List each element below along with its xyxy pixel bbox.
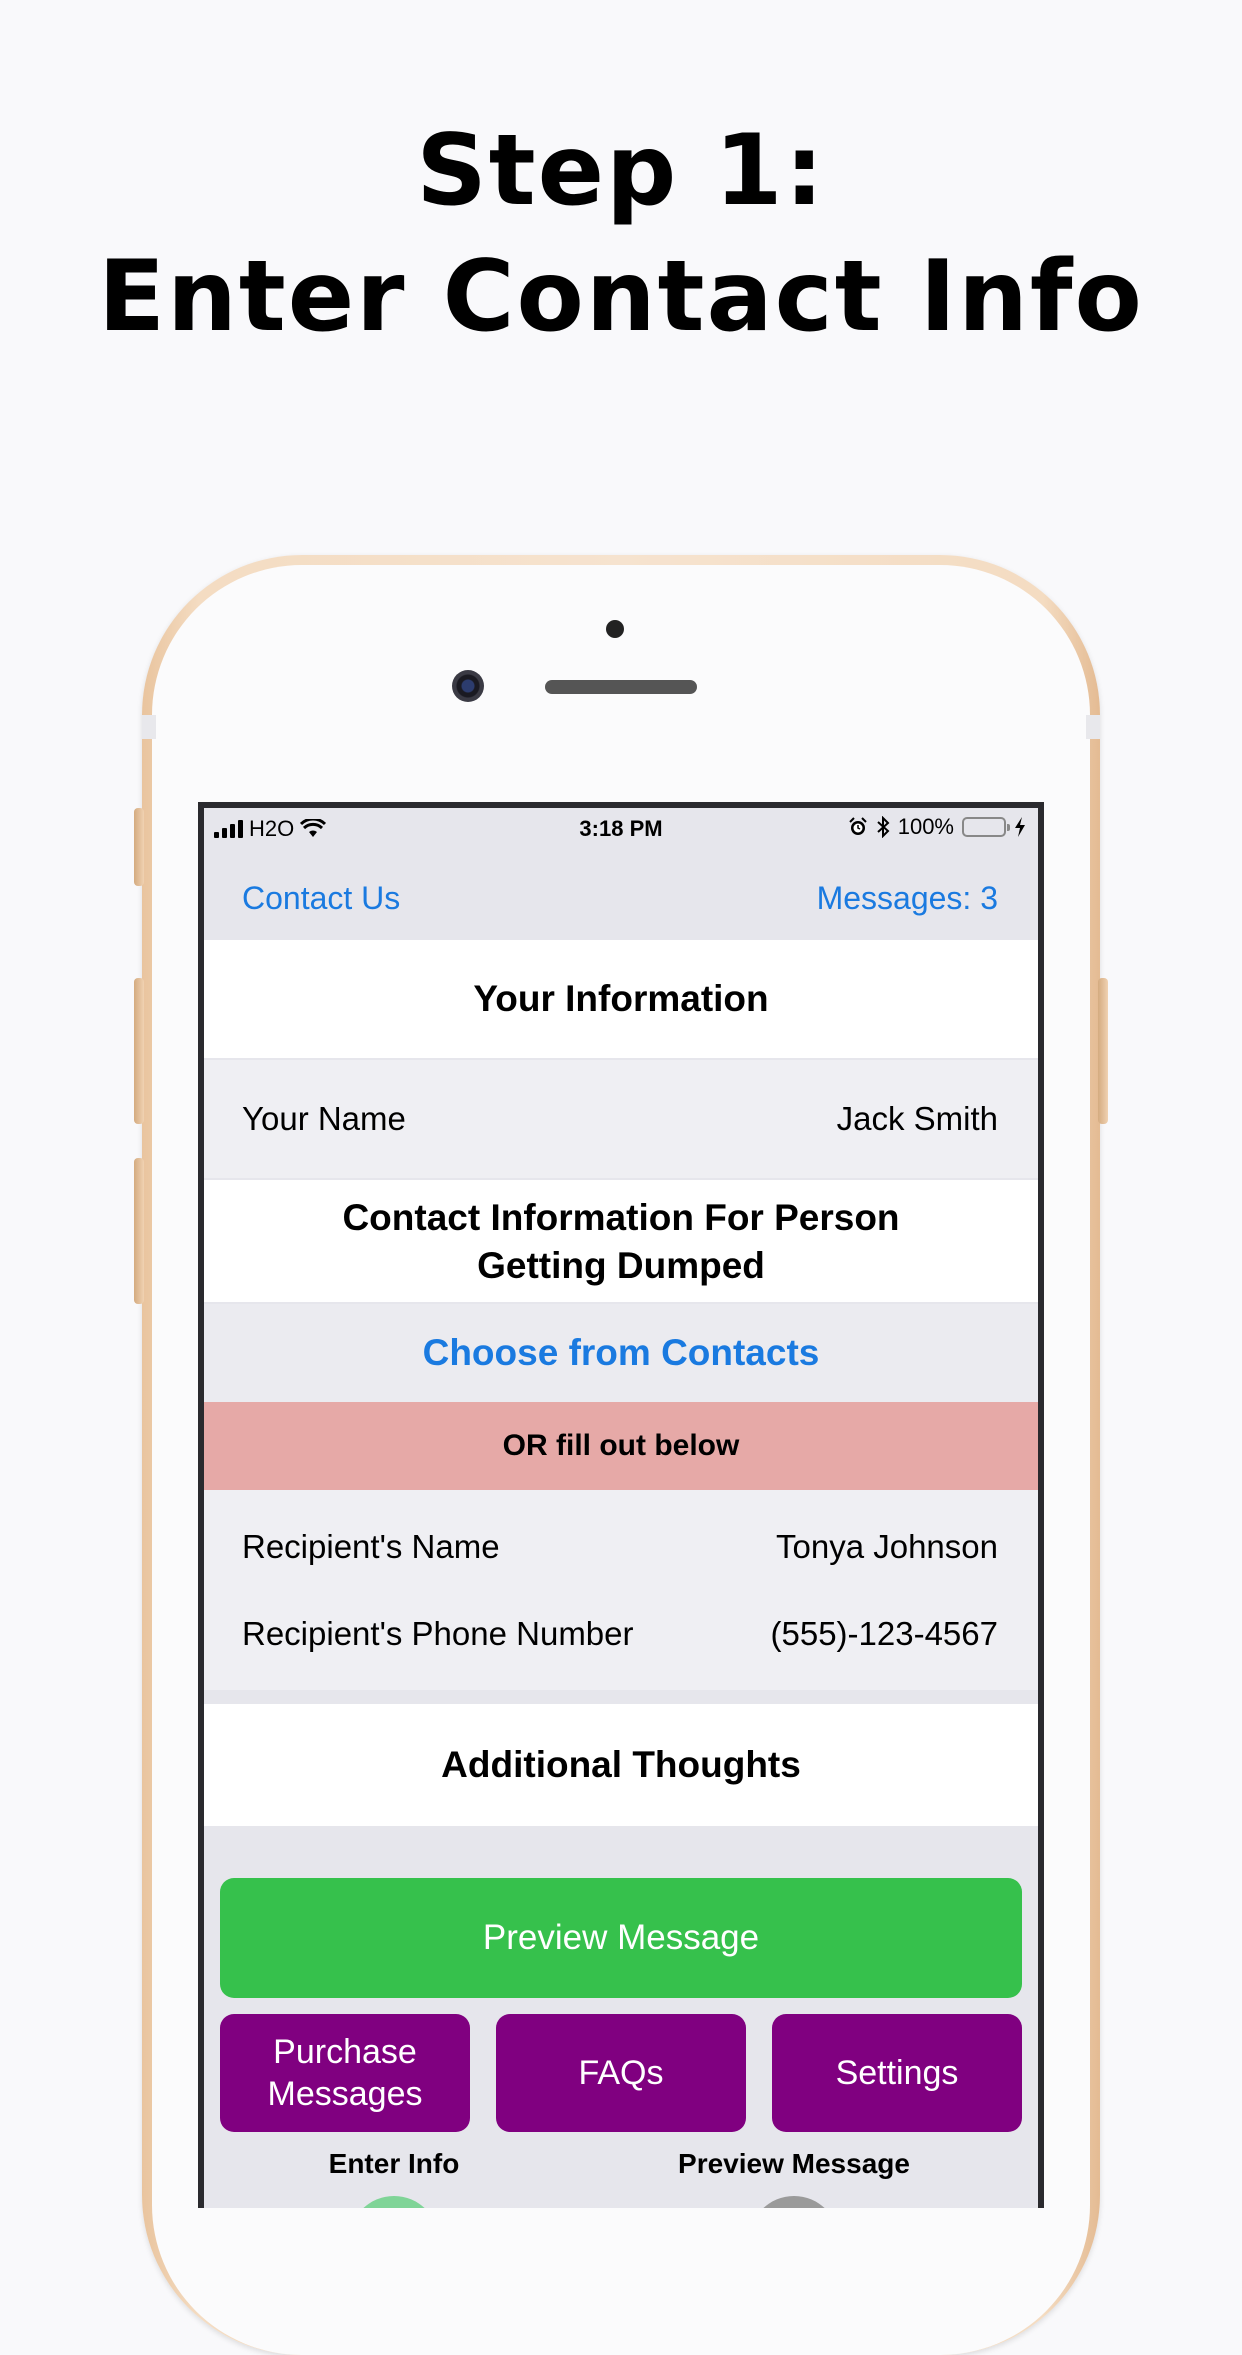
your-information-title: Your Information [473,978,769,1019]
contact-us-link[interactable]: Contact Us [242,880,400,917]
step-preview-message-label: Preview Message [678,2148,910,2179]
additional-thoughts-header: Additional Thoughts [204,1704,1038,1826]
your-name-value[interactable]: Jack Smith [837,1100,998,1138]
recipient-name-label: Recipient's Name [242,1528,500,1565]
earpiece-speaker [545,680,697,694]
headline-title: Enter Contact Info [98,240,1144,354]
recipient-fields: Recipient's Name Tonya Johnson Recipient… [204,1490,1038,1690]
or-fill-out-banner: OR fill out below [204,1402,1038,1490]
your-name-label: Your Name [242,1100,406,1137]
volume-up-button [134,978,144,1124]
step-enter-info-indicator [349,2196,439,2208]
nav-bar: Contact Us Messages: 3 [204,848,1038,938]
antenna-band-left [142,715,156,739]
proximity-sensor [606,620,624,638]
your-name-row[interactable]: Your Name Jack Smith [204,1060,1038,1178]
status-right: 100% [848,814,1026,840]
your-information-header: Your Information [204,940,1038,1058]
recipient-header: Contact Information For Person Getting D… [204,1180,1038,1302]
recipient-header-line1: Contact Information For Person [342,1197,900,1238]
battery-icon [962,817,1010,837]
recipient-phone-label: Recipient's Phone Number [242,1615,634,1652]
app-screen: H2O 3:18 PM 100% Contact Us Messages: 3 … [198,802,1044,2208]
messages-count-link[interactable]: Messages: 3 [817,880,998,917]
page-headline: Step 1: Enter Contact Info [0,108,1242,360]
bluetooth-icon [877,816,890,838]
purchase-messages-button[interactable]: Purchase Messages [220,2014,470,2132]
charging-bolt-icon [1015,817,1025,837]
step-preview-message-indicator [749,2196,839,2208]
purchase-line1: Purchase [273,2033,417,2071]
recipient-name-value[interactable]: Tonya Johnson [776,1528,998,1566]
faqs-label: FAQs [578,2054,664,2092]
recipient-phone-value[interactable]: (555)-123-4567 [771,1615,999,1653]
settings-button[interactable]: Settings [772,2014,1022,2132]
settings-label: Settings [835,2054,959,2092]
purchase-line2: Messages [267,2075,423,2113]
step-enter-info-label: Enter Info [328,2148,460,2179]
recipient-header-line2: Getting Dumped [477,1245,765,1286]
battery-percent: 100% [897,814,954,839]
power-button [1098,978,1108,1124]
headline-step: Step 1: [416,114,826,228]
volume-down-button [134,1158,144,1304]
mute-switch [134,808,144,886]
front-camera [452,670,484,702]
antenna-band-right [1086,715,1100,739]
preview-message-button[interactable]: Preview Message [220,1878,1022,1998]
faqs-button[interactable]: FAQs [496,2014,746,2132]
alarm-icon [849,817,867,835]
status-bar: H2O 3:18 PM 100% [204,808,1038,848]
additional-thoughts-title: Additional Thoughts [441,1744,801,1785]
choose-from-contacts-button[interactable]: Choose from Contacts [204,1304,1038,1402]
